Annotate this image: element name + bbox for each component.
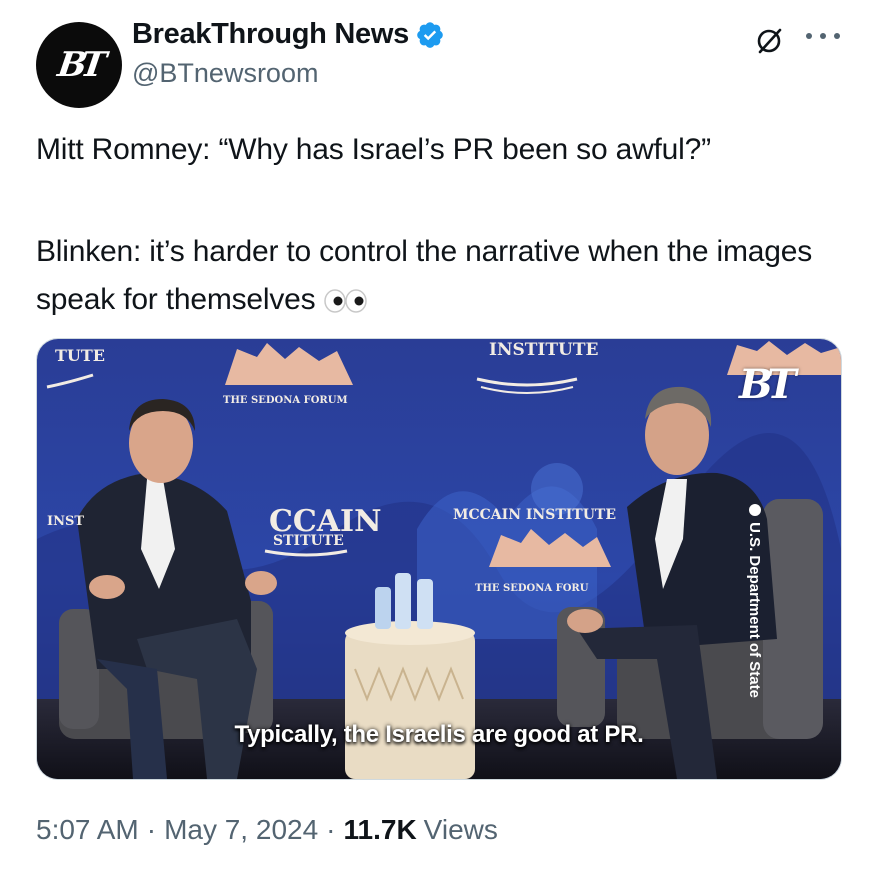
tweet: BT BreakThrough News @BTnewsroom Mitt Ro… bbox=[0, 0, 872, 876]
sign-text-d: THE SEDONA FORU bbox=[475, 583, 589, 594]
tweet-meta: 5:07 AM · May 7, 2024 · 11.7K Views bbox=[36, 814, 498, 846]
sign-text-c: MCCAIN INSTITUTE bbox=[453, 507, 616, 523]
author-display-name[interactable]: BreakThrough News bbox=[132, 18, 409, 51]
channel-logo: BT bbox=[739, 361, 797, 408]
sign-text-h: INST bbox=[47, 514, 84, 529]
verified-badge-icon bbox=[417, 21, 443, 48]
tweet-date[interactable]: May 7, 2024 bbox=[164, 814, 318, 846]
tweet-line-2: Blinken: it’s harder to control the narr… bbox=[36, 235, 813, 316]
sign-text-b: INSTITUTE bbox=[489, 340, 598, 360]
views-count: 11.7K bbox=[343, 814, 417, 845]
author-name-row: BreakThrough News bbox=[132, 18, 445, 51]
avatar[interactable]: BT bbox=[36, 22, 122, 108]
sign-text-g: TUTE bbox=[55, 346, 105, 365]
video-player[interactable]: TUTE INSTITUTE THE SEDONA FORUM CCAIN ST… bbox=[36, 338, 842, 780]
views-label: Views bbox=[423, 814, 498, 845]
sign-text-f: STITUTE bbox=[273, 533, 344, 549]
tweet-text: Mitt Romney: “Why has Israel’s PR been s… bbox=[36, 126, 856, 324]
video-caption: Typically, the Israelis are good at PR. bbox=[234, 721, 644, 748]
video-frame: TUTE INSTITUTE THE SEDONA FORUM CCAIN ST… bbox=[37, 339, 841, 779]
tweet-time[interactable]: 5:07 AM bbox=[36, 814, 139, 846]
video-credit: U.S. Department of State bbox=[744, 481, 766, 721]
grok-icon[interactable] bbox=[754, 26, 784, 56]
author-handle[interactable]: @BTnewsroom bbox=[132, 58, 318, 89]
play-credit-icon bbox=[749, 504, 761, 517]
video-credit-text: U.S. Department of State bbox=[746, 522, 764, 698]
sign-text-a: THE SEDONA FORUM bbox=[223, 395, 348, 406]
avatar-logo: BT bbox=[55, 45, 103, 85]
more-icon[interactable] bbox=[806, 30, 840, 42]
tweet-line-1: Mitt Romney: “Why has Israel’s PR been s… bbox=[36, 133, 711, 166]
eyes-emoji-icon bbox=[324, 289, 368, 313]
